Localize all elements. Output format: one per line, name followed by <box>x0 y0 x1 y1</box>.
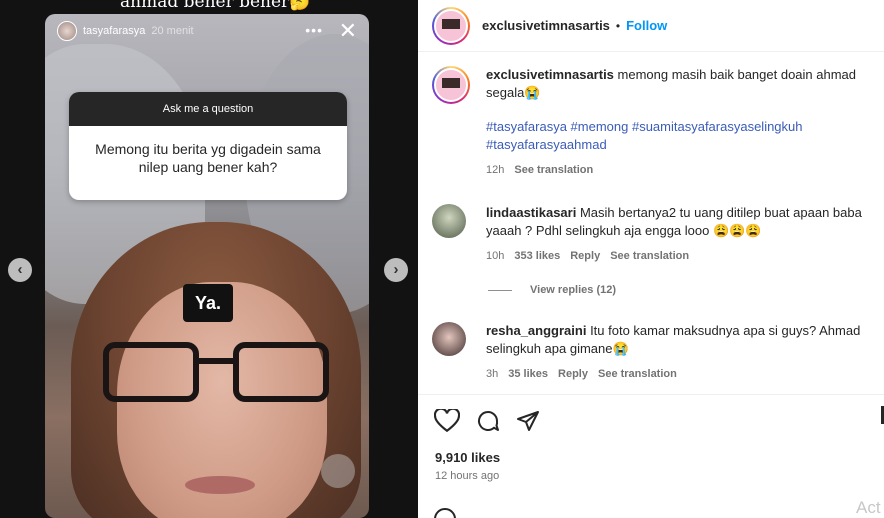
story-circle-button <box>321 454 355 488</box>
comment-likes[interactable]: 35 likes <box>508 368 548 380</box>
comment-time: 10h <box>486 250 505 262</box>
comment-icon[interactable] <box>475 409 501 433</box>
post-panel: exclusivetimnasartis • Follow exclusivet… <box>418 0 884 518</box>
comment: lindaastikasari Masih bertanya2 tu uang … <box>432 204 876 262</box>
comment-likes[interactable]: 353 likes <box>514 250 560 262</box>
emoji-icon[interactable] <box>434 508 456 518</box>
post-header: exclusivetimnasartis • Follow <box>418 0 884 52</box>
media-top-caption: ahmad bener bener🤔 <box>120 0 311 12</box>
reply-button[interactable]: Reply <box>570 250 600 262</box>
story-header: tasyafarasya 20 menit ••• ✕ <box>57 18 359 43</box>
view-replies-button[interactable]: View replies (12) <box>488 284 616 296</box>
likes-count[interactable]: 9,910 likes <box>435 450 500 465</box>
comment-time: 3h <box>486 368 499 380</box>
question-text: Memong itu berita yg digadein sama nilep… <box>95 141 321 175</box>
next-arrow-icon[interactable]: › <box>384 258 408 282</box>
activate-watermark: Act <box>856 498 881 517</box>
question-header: Ask me a question <box>69 92 347 126</box>
comment-avatar[interactable] <box>432 204 466 238</box>
comment-username[interactable]: lindaastikasari <box>486 205 576 220</box>
comment-username[interactable]: resha_anggraini <box>486 323 586 338</box>
story-username: tasyafarasya <box>83 25 146 37</box>
caption: exclusivetimnasartis memong masih baik b… <box>432 66 876 176</box>
posted-time: 12 hours ago <box>435 470 500 482</box>
see-translation-link[interactable]: See translation <box>598 368 677 380</box>
caption-username[interactable]: exclusivetimnasartis <box>486 67 614 82</box>
action-bar <box>418 394 884 444</box>
story-time: 20 menit <box>151 25 194 37</box>
comment-avatar[interactable] <box>432 322 466 356</box>
question-sticker: Ask me a question Memong itu berita yg d… <box>69 92 347 200</box>
photo-glasses <box>103 342 329 412</box>
caption-time: 12h <box>486 164 505 176</box>
post-media: ahmad bener bener🤔 tasyafarasya 20 menit… <box>0 0 418 518</box>
see-translation-link[interactable]: See translation <box>514 164 593 176</box>
follow-button[interactable]: Follow <box>626 18 667 33</box>
story-screenshot: tasyafarasya 20 menit ••• ✕ Ask me a que… <box>45 14 369 518</box>
instagram-post-view: ahmad bener bener🤔 tasyafarasya 20 menit… <box>0 0 884 518</box>
caption-avatar[interactable] <box>432 66 470 104</box>
author-username[interactable]: exclusivetimnasartis <box>482 18 610 33</box>
close-icon: ✕ <box>338 18 357 43</box>
author-avatar[interactable] <box>432 6 470 45</box>
more-icon: ••• <box>305 22 323 38</box>
comment: resha_anggraini Itu foto kamar maksudnya… <box>432 322 876 380</box>
caption-hashtags[interactable]: #tasyafarasya #memong #suamitasyafarasya… <box>486 118 876 154</box>
story-avatar <box>57 21 77 41</box>
answer-text: Ya. <box>183 284 233 322</box>
reply-button[interactable]: Reply <box>558 368 588 380</box>
see-translation-link[interactable]: See translation <box>610 250 689 262</box>
share-icon[interactable] <box>515 409 541 433</box>
previous-arrow-icon[interactable]: ‹ <box>8 258 32 282</box>
heart-icon[interactable] <box>434 409 460 433</box>
separator-dot: • <box>615 18 621 33</box>
